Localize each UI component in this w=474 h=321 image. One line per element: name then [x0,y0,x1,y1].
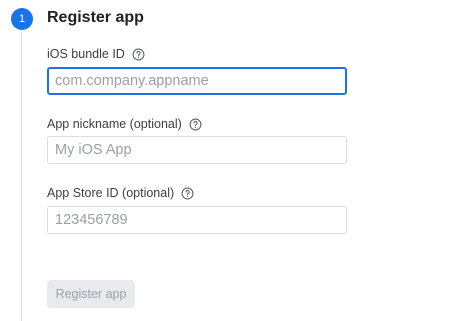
app-store-id-label-row: App Store ID (optional) [47,186,194,200]
register-app-button[interactable]: Register app [47,280,135,308]
step-title: Register app [47,9,144,26]
nickname-label: App nickname (optional) [47,117,182,131]
nickname-help-icon[interactable] [189,118,202,131]
nickname-input[interactable] [47,136,347,164]
app-store-id-help-icon[interactable] [181,187,194,200]
stepper-line [21,32,22,321]
app-store-id-label: App Store ID (optional) [47,186,175,200]
app-store-id-input[interactable] [47,206,347,234]
bundle-id-input[interactable] [47,67,347,95]
bundle-id-label-row: iOS bundle ID [47,47,145,61]
step-number-badge: 1 [11,8,33,30]
nickname-label-row: App nickname (optional) [47,117,202,131]
bundle-id-help-icon[interactable] [132,48,145,61]
bundle-id-label: iOS bundle ID [47,47,125,61]
